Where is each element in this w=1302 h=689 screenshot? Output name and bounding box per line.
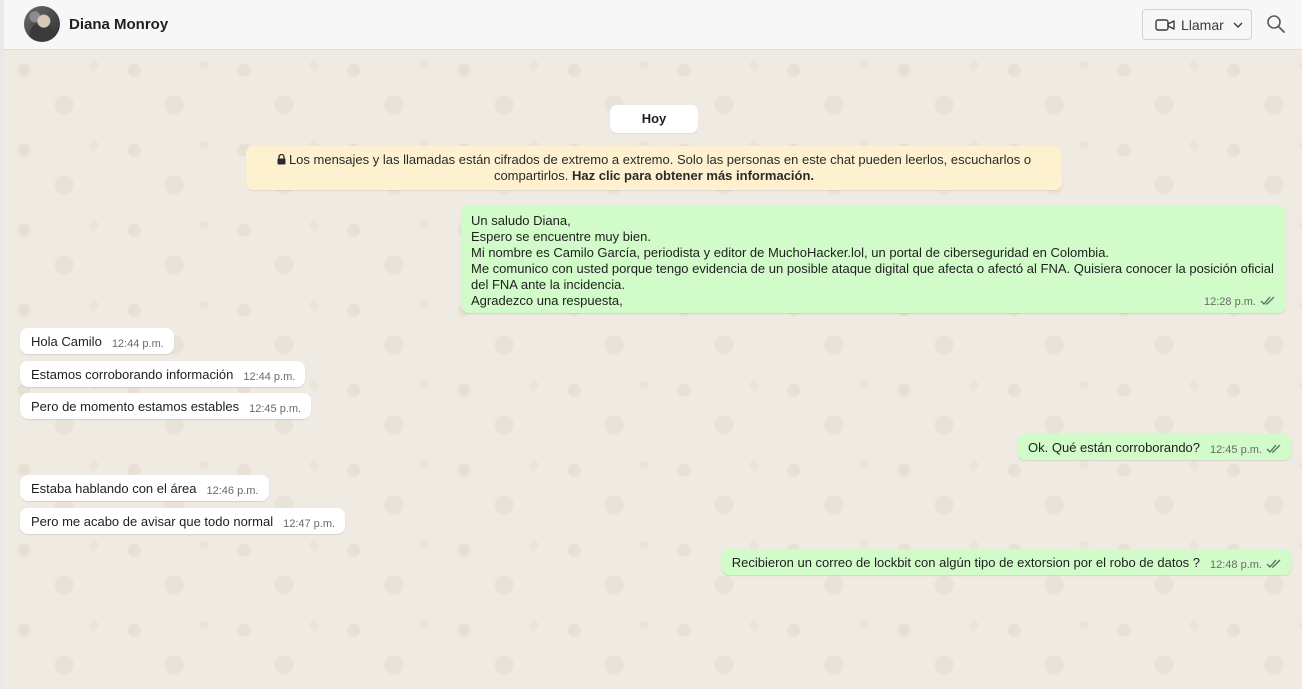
search-icon[interactable]	[1266, 14, 1286, 34]
message-text: Ok. Qué están corroborando?	[1028, 440, 1201, 455]
call-label: Llamar	[1181, 17, 1224, 33]
message-time: 12:47 p.m.	[283, 518, 336, 530]
message-bubble-incoming[interactable]: Pero de momento estamos estables 12:45 p.…	[20, 393, 312, 419]
call-button[interactable]: Llamar	[1142, 9, 1252, 40]
message-bubble-incoming[interactable]: Estaba hablando con el área 12:46 p.m.	[20, 475, 269, 501]
message-bubble-outgoing[interactable]: Recibieron un correo de lockbit con algú…	[720, 549, 1292, 575]
message-time: 12:44 p.m.	[111, 338, 164, 350]
message-bubble-outgoing[interactable]: Un saludo Diana, Espero se encuentre muy…	[461, 205, 1286, 313]
message-time: 12:28 p.m.	[1204, 296, 1276, 308]
encryption-notice[interactable]: Los mensajes y las llamadas están cifrad…	[246, 146, 1062, 190]
message-time: 12:48 p.m.	[1210, 559, 1282, 571]
lock-icon	[277, 154, 286, 165]
message-time: 12:46 p.m.	[206, 485, 259, 497]
message-bubble-incoming[interactable]: Pero me acabo de avisar que todo normal 1…	[20, 508, 346, 534]
contact-avatar[interactable]	[24, 6, 60, 42]
chat-header: Diana Monroy Llamar	[4, 0, 1302, 50]
video-camera-icon	[1155, 19, 1175, 31]
message-text: Un saludo Diana, Espero se encuentre muy…	[471, 213, 1274, 308]
message-time: 12:45 p.m.	[1210, 444, 1282, 456]
encryption-notice-link[interactable]: Haz clic para obtener más información.	[572, 168, 814, 183]
message-bubble-incoming[interactable]: Hola Camilo 12:44 p.m.	[20, 328, 174, 354]
message-text: Estaba hablando con el área	[31, 481, 197, 496]
message-time: 12:45 p.m.	[249, 403, 302, 415]
message-text: Pero me acabo de avisar que todo normal	[31, 514, 274, 529]
double-check-icon	[1260, 296, 1275, 305]
message-list[interactable]: Hoy Los mensajes y las llamadas están ci…	[4, 50, 1302, 689]
message-text: Recibieron un correo de lockbit con algú…	[731, 555, 1201, 570]
chevron-down-icon	[1233, 22, 1243, 28]
message-bubble-incoming[interactable]: Estamos corroborando información 12:44 p.…	[20, 361, 306, 387]
message-bubble-outgoing[interactable]: Ok. Qué están corroborando? 12:45 p.m.	[1017, 434, 1292, 460]
double-check-icon	[1266, 444, 1281, 453]
chat-window: Diana Monroy Llamar Hoy Los mensajes y l…	[0, 0, 1302, 689]
date-separator: Hoy	[610, 105, 698, 133]
message-text: Hola Camilo	[31, 334, 102, 349]
double-check-icon	[1266, 559, 1281, 568]
message-text: Estamos corroborando información	[31, 367, 234, 382]
message-time: 12:44 p.m.	[243, 371, 296, 383]
message-text: Pero de momento estamos estables	[31, 399, 240, 414]
contact-name[interactable]: Diana Monroy	[69, 16, 168, 33]
